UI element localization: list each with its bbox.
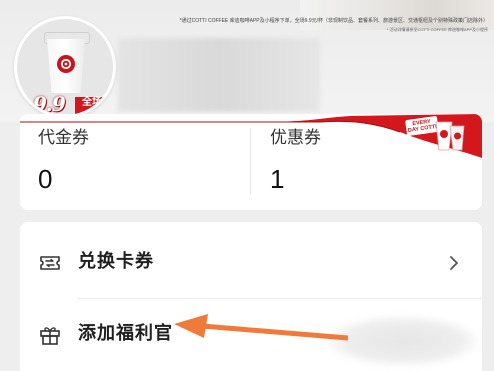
promo-badge-top: 全场 xyxy=(75,97,109,109)
coffee-cups-icon xyxy=(435,121,465,151)
promo-price: 9.9 xyxy=(33,92,66,116)
cotti-emblem-icon xyxy=(57,55,75,73)
voucher-section[interactable]: 代金券 0 xyxy=(38,126,89,194)
promo-notice-detail: * 活动详情请参见COTTI COFFEE 库迪咖啡APP及小程序 xyxy=(386,27,488,32)
menu-item-label: 添加福利官 xyxy=(78,323,173,344)
blurred-profile-info xyxy=(118,38,320,112)
chevron-right-icon xyxy=(450,256,458,270)
promo-banner[interactable]: *通过COTTI COFFEE 库迪咖啡APP及小程序下单，全场9.9元/杯（非… xyxy=(0,0,494,122)
ticket-exchange-icon xyxy=(40,256,60,270)
voucher-label: 代金券 xyxy=(38,128,89,148)
menu-item-exchange-coupon[interactable]: 兑换卡券 xyxy=(20,226,482,298)
banner-photo xyxy=(300,0,494,30)
gift-icon xyxy=(40,327,60,345)
app-screen: *通过COTTI COFFEE 库迪咖啡APP及小程序下单，全场9.9元/杯（非… xyxy=(0,0,494,371)
coupon-summary-card: EVERY DAY COTTI 代金券 0 优惠券 1 xyxy=(20,114,482,210)
promo-notice: *通过COTTI COFFEE 库迪咖啡APP及小程序下单，全场9.9元/杯（非… xyxy=(179,18,488,24)
discount-count: 1 xyxy=(270,164,285,194)
discount-section[interactable]: 优惠券 1 xyxy=(270,126,321,194)
voucher-count: 0 xyxy=(38,164,53,194)
discount-label: 优惠券 xyxy=(270,128,321,148)
cotti-cup-logo-icon: 9.9 全场 不限量 xyxy=(14,16,116,118)
menu-item-label: 兑换卡券 xyxy=(78,251,154,272)
coupon-divider xyxy=(250,128,251,194)
annotation-arrow-icon xyxy=(174,314,348,341)
blurred-area xyxy=(328,316,478,366)
